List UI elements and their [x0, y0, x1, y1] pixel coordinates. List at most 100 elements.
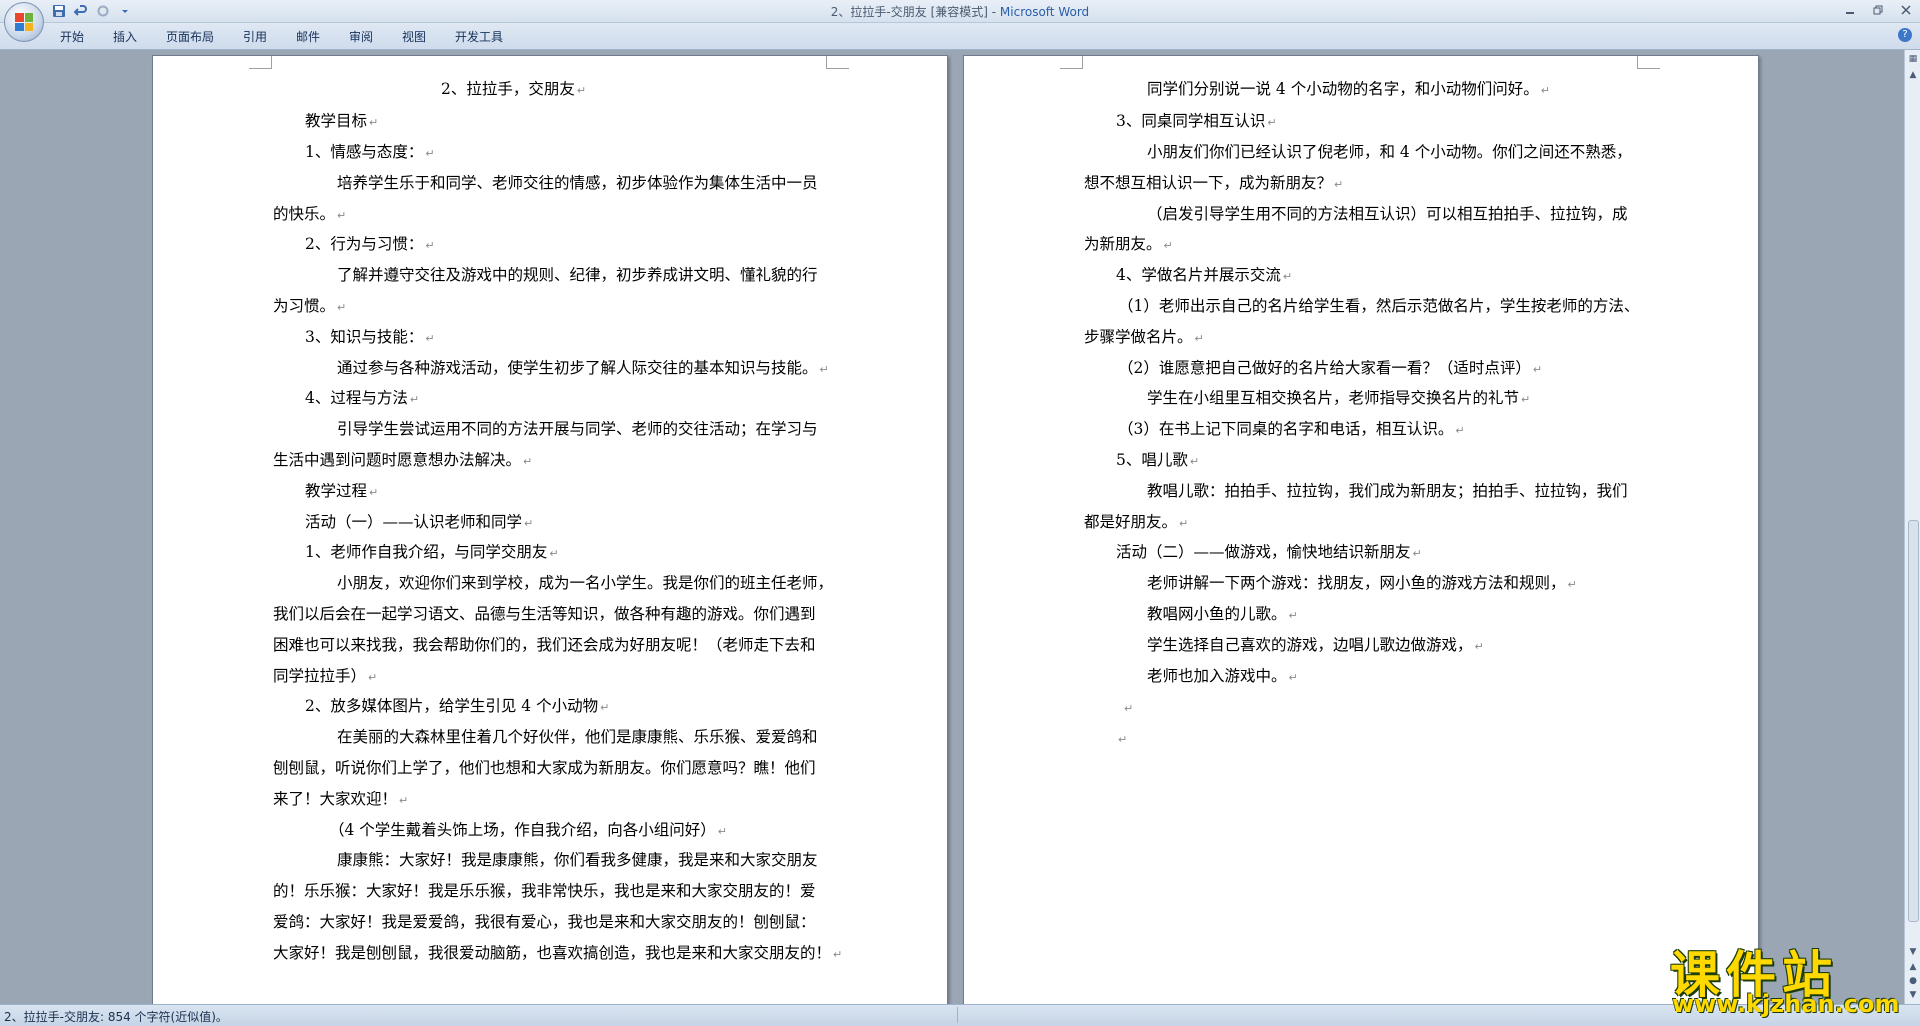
- paragraph-mark-icon: ↵: [1532, 363, 1543, 376]
- paragraph-mark-icon: ↵: [1163, 239, 1173, 252]
- tab-references[interactable]: 引用: [243, 28, 267, 45]
- ruler-toggle-icon[interactable]: ▦: [1906, 52, 1920, 66]
- doc-line: 学生在小组里互相交换名片，老师指导交换名片的礼节: [1147, 389, 1520, 407]
- paragraph-mark-icon: ↵: [337, 209, 347, 222]
- paragraph-mark-icon: ↵: [1412, 547, 1422, 560]
- doc-line-row: 爱鸽：大家好！我是爱爱鸽，我很有爱心，我也是来和大家交朋友的！刨刨鼠：: [273, 912, 816, 932]
- paragraph-mark-icon: ↵: [1521, 393, 1531, 406]
- doc-line: 培养学生乐于和同学、老师交往的情感，初步体验作为集体生活中一员: [337, 174, 818, 192]
- restore-icon[interactable]: [1864, 0, 1892, 20]
- doc-line-row: 想不想互相认识一下，成为新朋友？ ↵: [1084, 173, 1343, 195]
- tab-mailings[interactable]: 邮件: [296, 28, 320, 45]
- doc-line: 为习惯。: [273, 297, 336, 315]
- doc-line-row: 活动（二）——做游戏，愉快地结识新朋友 ↵: [1116, 542, 1422, 564]
- margin-corner-mark: [249, 56, 272, 69]
- doc-line: （2）谁愿意把自己做好的名片给大家看一看？（适时点评）: [1118, 359, 1531, 377]
- doc-line: 教学目标: [305, 112, 368, 130]
- paragraph-mark-icon: ↵: [576, 84, 587, 97]
- doc-line: 2、放多媒体图片，给学生引见 4 个小动物: [305, 697, 599, 715]
- doc-line: 教唱网小鱼的儿歌。: [1147, 605, 1287, 623]
- paragraph-mark-icon: ↵: [600, 701, 610, 714]
- paragraph-mark-icon: ↵: [399, 794, 409, 807]
- paragraph-mark-icon: ↵: [1455, 424, 1465, 437]
- doc-line: 小朋友，欢迎你们来到学校，成为一名小学生。我是你们的班主任老师，: [337, 574, 834, 592]
- doc-line-row: 5、唱儿歌 ↵: [1116, 450, 1199, 472]
- doc-line: （1）老师出示自己的名片给学生看，然后示范做名片，学生按老师的方法、: [1118, 297, 1640, 315]
- tab-insert[interactable]: 插入: [113, 28, 137, 45]
- minimize-icon[interactable]: [1836, 0, 1864, 20]
- doc-line-row: 3、同桌同学相互认识 ↵: [1116, 111, 1277, 133]
- tab-page-layout[interactable]: 页面布局: [166, 28, 214, 45]
- doc-line-row: 困难也可以来找我，我会帮助你们的，我们还会成为好朋友呢！（老师走下去和: [273, 635, 816, 655]
- left-page[interactable]: 2、拉拉手，交朋友 ↵ 教学目标 ↵ 1、情感与态度： ↵ 培养学生乐于和同学、老师交…: [152, 55, 948, 1004]
- paragraph-mark-icon: ↵: [1540, 84, 1550, 97]
- scroll-thumb[interactable]: [1908, 520, 1919, 922]
- paragraph-mark-icon: ↵: [1194, 332, 1204, 345]
- doc-line-row: 学生在小组里互相交换名片，老师指导交换名片的礼节 ↵: [1147, 388, 1530, 410]
- doc-line: 老师也加入游戏中。: [1147, 667, 1287, 685]
- office-button[interactable]: [4, 2, 44, 42]
- paragraph-mark-icon: ↵: [337, 301, 347, 314]
- paragraph-mark-icon: ↵: [369, 486, 379, 499]
- paragraph-mark-icon: ↵: [1267, 116, 1277, 129]
- doc-line-row: 同学拉拉手） ↵: [273, 666, 377, 688]
- doc-line-row: 了解并遵守交往及游戏中的规则、纪律，初步养成讲文明、懂礼貌的行: [337, 265, 818, 285]
- paragraph-mark-icon: ↵: [1474, 640, 1484, 653]
- paragraph-mark-icon: ↵: [1288, 671, 1298, 684]
- doc-line: 2、行为与习惯：: [305, 235, 424, 253]
- doc-line-row: 1、老师作自我介绍，与同学交朋友 ↵: [305, 542, 559, 564]
- doc-line: 在美丽的大森林里住着几个好伙伴，他们是康康熊、乐乐猴、爱爱鸽和: [337, 728, 818, 746]
- doc-line: 引导学生尝试运用不同的方法开展与同学、老师的交往活动；在学习与: [337, 420, 818, 438]
- doc-line: 4、过程与方法: [305, 389, 408, 407]
- doc-line-row: 4、过程与方法 ↵: [305, 388, 419, 410]
- empty-paragraph: ↵: [1116, 728, 1127, 750]
- doc-line: （4 个学生戴着头饰上场，作自我介绍，向各小组问好）: [329, 821, 716, 839]
- paragraph-mark-icon: ↵: [369, 116, 379, 129]
- scroll-up-icon[interactable]: ▲: [1906, 68, 1920, 82]
- help-icon[interactable]: ?: [1898, 28, 1912, 42]
- doc-line-row: 大家好！我是刨刨鼠，我很爱动脑筋，也喜欢搞创造，我也是来和大家交朋友的！ ↵: [273, 943, 842, 965]
- tab-home[interactable]: 开始: [60, 28, 84, 45]
- watermark-logo: 课件站 www.kjzhan.com: [1650, 935, 1910, 1020]
- doc-line: （3）在书上记下同桌的名字和电话，相互认识。: [1118, 420, 1454, 438]
- doc-line: 1、情感与态度：: [305, 143, 424, 161]
- doc-line: 步骤学做名片。: [1084, 328, 1193, 346]
- paragraph-mark-icon: ↵: [833, 948, 843, 961]
- tab-review[interactable]: 审阅: [349, 28, 373, 45]
- doc-line: 的快乐。: [273, 205, 336, 223]
- doc-line: 同学拉拉手）: [273, 667, 367, 685]
- doc-line: 想不想互相认识一下，成为新朋友？: [1084, 174, 1333, 192]
- tab-view[interactable]: 视图: [402, 28, 426, 45]
- doc-heading: 教学过程 ↵: [305, 481, 378, 503]
- doc-title: 2、拉拉手，交朋友 ↵: [441, 79, 586, 101]
- doc-line-row: 2、放多媒体图片，给学生引见 4 个小动物 ↵: [305, 696, 609, 718]
- doc-line: 的！乐乐猴：大家好！我是乐乐猴，我非常快乐，我也是来和大家交朋友的！爱: [273, 882, 816, 900]
- paragraph-mark-icon: ↵: [1124, 702, 1134, 715]
- window-title: 2、拉拉手-交朋友 [兼容模式] - Microsoft Word: [0, 3, 1920, 20]
- window-title-doc: 2、拉拉手-交朋友 [兼容模式] -: [830, 5, 1000, 19]
- doc-line-row: 刨刨鼠，听说你们上学了，他们也想和大家成为新朋友。你们愿意吗？瞧！他们: [273, 758, 816, 778]
- doc-line-row: （3）在书上记下同桌的名字和电话，相互认识。 ↵: [1118, 419, 1465, 441]
- doc-line: 教唱儿歌：拍拍手、拉拉钩，我们成为新朋友；拍拍手、拉拉钩，我们: [1147, 482, 1628, 500]
- paragraph-mark-icon: ↵: [1288, 609, 1298, 622]
- doc-line-row: 步骤学做名片。 ↵: [1084, 327, 1204, 349]
- tab-developer[interactable]: 开发工具: [455, 28, 503, 45]
- paragraph-mark-icon: ↵: [425, 332, 435, 345]
- doc-line: 同学们分别说一说 4 个小动物的名字，和小动物们问好。: [1147, 80, 1539, 98]
- doc-line-row: 生活中遇到问题时愿意想办法解决。 ↵: [273, 450, 532, 472]
- paragraph-mark-icon: ↵: [1189, 455, 1200, 468]
- title-bar: 2、拉拉手-交朋友 [兼容模式] - Microsoft Word: [0, 0, 1920, 23]
- margin-corner-mark: [1060, 56, 1083, 69]
- close-icon[interactable]: [1892, 0, 1920, 20]
- vertical-scrollbar[interactable]: ▦ ▲ ▼ ▲ ● ▼: [1904, 50, 1920, 1004]
- right-page[interactable]: 同学们分别说一说 4 个小动物的名字，和小动物们问好。 ↵ 3、同桌同学相互认识 ↵…: [963, 55, 1759, 1004]
- doc-line-row: （启发引导学生用不同的方法相互认识）可以相互拍拍手、拉拉钩，成: [1147, 204, 1628, 224]
- doc-line: 生活中遇到问题时愿意想办法解决。: [273, 451, 522, 469]
- doc-line-row: 教唱网小鱼的儿歌。 ↵: [1147, 604, 1298, 626]
- doc-line: 为新朋友。: [1084, 235, 1162, 253]
- doc-line-row: 为新朋友。 ↵: [1084, 234, 1173, 256]
- paragraph-mark-icon: ↵: [1567, 578, 1577, 591]
- word-count-status[interactable]: 2、拉拉手-交朋友: 854 个字符(近似值)。: [4, 1008, 228, 1025]
- doc-line-row: 小朋友，欢迎你们来到学校，成为一名小学生。我是你们的班主任老师，: [337, 573, 833, 593]
- doc-line-row: 小朋友们你们已经认识了倪老师，和 4 个小动物。你们之间还不熟悉，: [1147, 142, 1632, 162]
